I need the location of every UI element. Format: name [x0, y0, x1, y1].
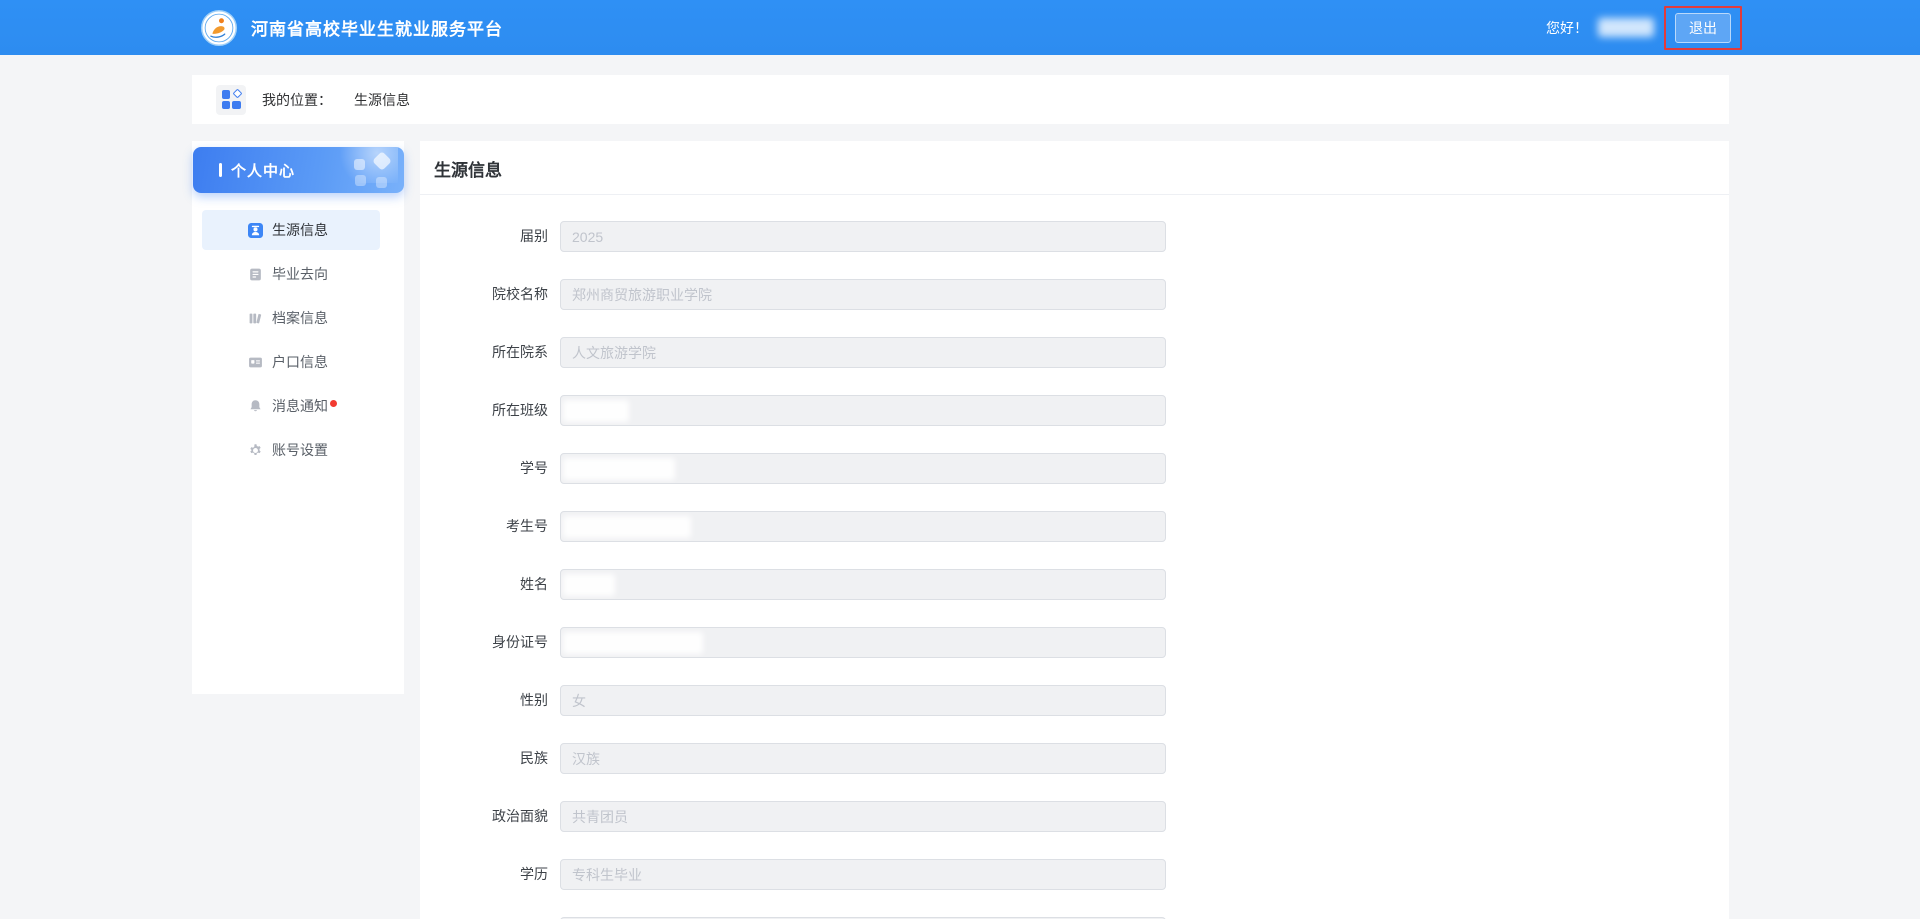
field-label: 学号: [520, 460, 548, 476]
input-exam-id[interactable]: [560, 511, 1166, 542]
form-row-class-name: 所在班级: [420, 395, 1729, 426]
site-title: 河南省高校毕业生就业服务平台: [251, 20, 503, 39]
student-info-form: 届别 2025 院校名称 郑州商贸旅游职业学院 所在院系 人文旅游学院 所在班级…: [420, 195, 1729, 919]
form-row-name: 姓名: [420, 569, 1729, 600]
field-label: 学历: [520, 866, 548, 882]
sidebar-item-label: 生源信息: [272, 222, 328, 238]
field-label: 届别: [520, 228, 548, 244]
input-department[interactable]: 人文旅游学院: [560, 337, 1166, 368]
field-label: 考生号: [506, 518, 548, 534]
breadcrumb-current: 生源信息: [354, 91, 410, 108]
redaction-blur: [563, 632, 703, 654]
form-row-department: 所在院系 人文旅游学院: [420, 337, 1729, 368]
sidebar-header-title: 个人中心: [231, 162, 296, 180]
sidebar-item-graduation-destination[interactable]: 毕业去向: [202, 254, 380, 294]
sidebar-item-label: 档案信息: [272, 310, 328, 326]
decorative-squares-icon: [354, 151, 392, 188]
sidebar-header: 个人中心: [193, 147, 404, 193]
input-class-name[interactable]: [560, 395, 1166, 426]
form-row-exam-id: 考生号: [420, 511, 1729, 542]
logout-button[interactable]: 退出: [1675, 12, 1731, 43]
field-value: 共青团员: [572, 808, 628, 825]
breadcrumb-prefix: 我的位置：: [262, 91, 332, 108]
sidebar-item-label: 毕业去向: [272, 266, 328, 282]
top-header-bar: 河南省高校毕业生就业服务平台 您好！ 退出: [0, 0, 1920, 55]
annotation-red-box: 退出: [1664, 5, 1742, 50]
main-panel: 生源信息 届别 2025 院校名称 郑州商贸旅游职业学院 所在院系 人文旅游学院…: [420, 141, 1729, 919]
redaction-blur: [563, 400, 629, 422]
gear-icon: [248, 443, 263, 458]
sidebar-menu: 生源信息 毕业去向 档案信息 户口信息 消息通知 账号设置: [192, 210, 404, 470]
field-label: 民族: [520, 750, 548, 766]
redaction-blur: [563, 574, 615, 596]
field-label: 身份证号: [492, 634, 548, 650]
breadcrumb: 我的位置： 生源信息: [192, 75, 1729, 124]
input-name[interactable]: [560, 569, 1166, 600]
input-college-name[interactable]: 郑州商贸旅游职业学院: [560, 279, 1166, 310]
field-value: 汉族: [572, 750, 600, 767]
form-row-college-name: 院校名称 郑州商贸旅游职业学院: [420, 279, 1729, 310]
input-id-number[interactable]: [560, 627, 1166, 658]
archive-icon: [248, 311, 263, 326]
input-student-id[interactable]: [560, 453, 1166, 484]
field-label: 所在院系: [492, 344, 548, 360]
field-value: 专科生毕业: [572, 866, 642, 883]
sidebar-item-label: 消息通知: [272, 398, 328, 414]
unread-dot-badge: [330, 399, 337, 407]
greeting-text: 您好！: [1546, 19, 1588, 36]
input-ethnicity[interactable]: 汉族: [560, 743, 1166, 774]
platform-logo-icon: [200, 9, 238, 47]
field-value: 女: [572, 692, 586, 709]
form-row-ethnicity: 民族 汉族: [420, 743, 1729, 774]
document-icon: [248, 267, 263, 282]
sidebar: 个人中心 生源信息 毕业去向 档案信息 户口信息 消息通知 账号设置: [192, 141, 404, 694]
location-grid-icon: [216, 84, 246, 115]
bell-icon: [248, 399, 263, 414]
field-value: 人文旅游学院: [572, 344, 656, 361]
field-label: 所在班级: [492, 402, 548, 418]
header-user-area: 您好！ 退出: [1546, 5, 1742, 50]
sidebar-item-message-notice[interactable]: 消息通知: [202, 386, 380, 426]
username-redaction-blur: [1598, 18, 1654, 37]
sidebar-item-label: 账号设置: [272, 442, 328, 458]
student-badge-icon: [248, 222, 263, 238]
sidebar-item-archive-info[interactable]: 档案信息: [202, 298, 380, 338]
input-political-status[interactable]: 共青团员: [560, 801, 1166, 832]
id-card-icon: [248, 355, 263, 370]
form-row-class-year: 届别 2025: [420, 221, 1729, 252]
sidebar-item-label: 户口信息: [272, 354, 328, 370]
page-title: 生源信息: [420, 141, 1729, 195]
redaction-blur: [563, 516, 691, 538]
form-row-id-number: 身份证号: [420, 627, 1729, 658]
field-label: 性别: [520, 692, 548, 708]
field-value: 郑州商贸旅游职业学院: [572, 286, 712, 303]
sidebar-item-account-settings[interactable]: 账号设置: [202, 430, 380, 470]
field-label: 院校名称: [492, 286, 548, 302]
header-accent-bar: [219, 163, 222, 177]
field-label: 政治面貌: [492, 808, 548, 824]
field-value: 2025: [572, 228, 604, 245]
form-row-gender: 性别 女: [420, 685, 1729, 716]
form-row-political-status: 政治面貌 共青团员: [420, 801, 1729, 832]
redaction-blur: [563, 458, 675, 480]
input-gender[interactable]: 女: [560, 685, 1166, 716]
form-row-education: 学历 专科生毕业: [420, 859, 1729, 890]
field-label: 姓名: [520, 576, 548, 592]
form-row-student-id: 学号: [420, 453, 1729, 484]
sidebar-item-student-origin[interactable]: 生源信息: [202, 210, 380, 250]
input-class-year[interactable]: 2025: [560, 221, 1166, 252]
input-education[interactable]: 专科生毕业: [560, 859, 1166, 890]
sidebar-item-hukou-info[interactable]: 户口信息: [202, 342, 380, 382]
